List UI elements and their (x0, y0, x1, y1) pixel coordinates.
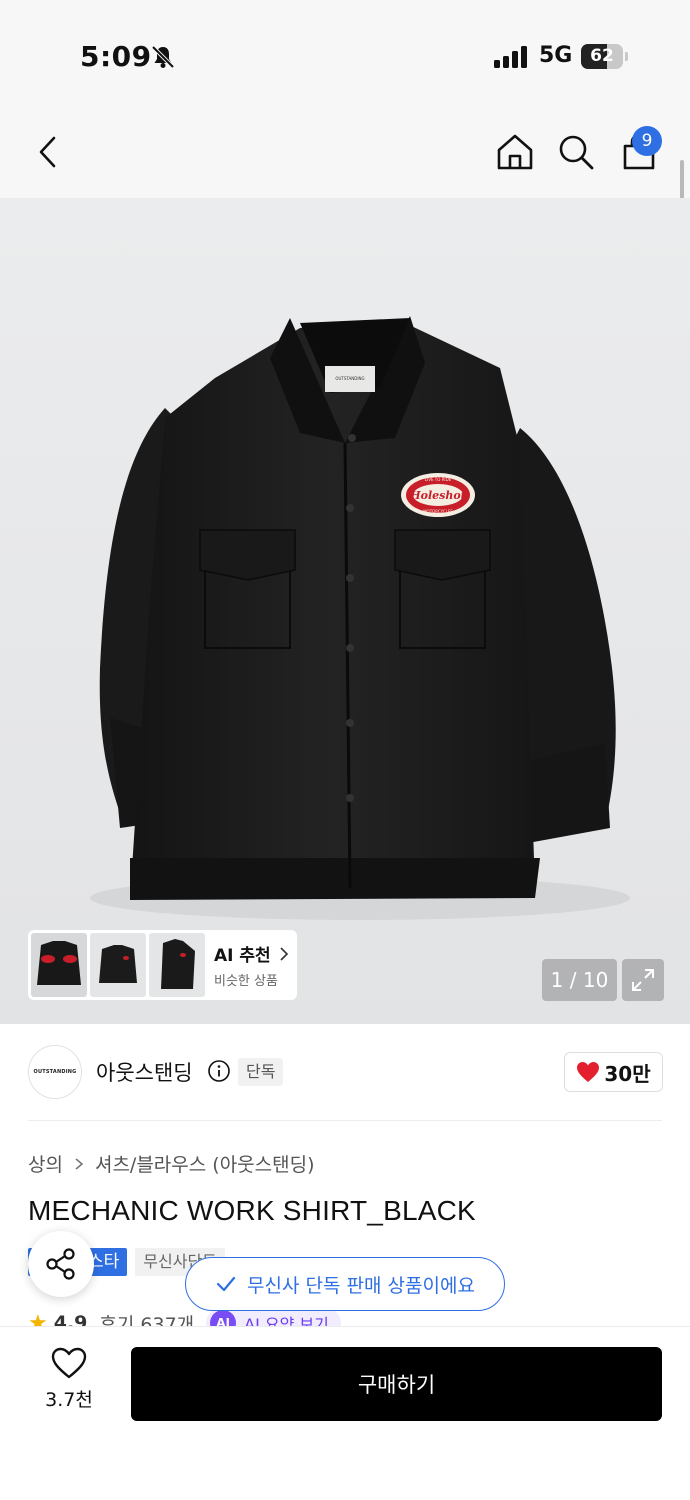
collar-tag-label: OUTSTANDING (335, 376, 364, 381)
product-image-gallery[interactable]: OUTSTANDING Holeshot LIVE TO RIDE MOTORC… (0, 198, 690, 1024)
back-arrow-icon (39, 136, 56, 168)
thumbnail-1[interactable] (31, 933, 87, 997)
share-button[interactable] (28, 1231, 94, 1297)
ai-recommendation-card[interactable]: AI 추천 비슷한 상품 (28, 930, 297, 1000)
buy-button[interactable]: 구매하기 (131, 1347, 662, 1421)
home-icon (497, 134, 533, 170)
battery-icon: 62 (581, 44, 628, 69)
exclusive-badge: 단독 (238, 1058, 284, 1086)
thumbnail-2[interactable] (90, 933, 146, 997)
breadcrumb: 상의 셔츠/블라우스 (아웃스탠딩) (28, 1150, 315, 1177)
brand-like-button[interactable]: 30만 (564, 1052, 663, 1092)
signal-icon (494, 46, 527, 68)
ai-summary-button[interactable]: AI AI 요약 보기 (206, 1308, 341, 1328)
rating-row: ★ 4.9 후기 637개 AI AI 요약 보기 (28, 1308, 668, 1328)
battery-percent: 62 (590, 46, 614, 66)
expand-image-button[interactable] (622, 959, 664, 1001)
info-icon[interactable] (207, 1059, 231, 1083)
status-time: 5:09 (80, 40, 152, 73)
check-icon (216, 1276, 236, 1292)
ai-recommend-label: AI 추천 (214, 946, 271, 966)
back-button[interactable] (26, 130, 70, 174)
toast-message: 무신사 단독 판매 상품이에요 (247, 1274, 475, 1297)
patch-bottom-text: MOTORCYCLES (423, 509, 453, 514)
search-icon (559, 135, 594, 170)
bottom-action-bar: 3.7천 구매하기 (0, 1326, 690, 1500)
status-bar: 5:09 5G 62 (0, 0, 690, 110)
wishlist-button[interactable]: 3.7천 (36, 1347, 102, 1417)
home-button[interactable] (493, 130, 537, 174)
ai-recommend-title: AI 추천 (214, 941, 291, 966)
network-label: 5G (539, 43, 573, 68)
brand-logo[interactable]: OUTSTANDING (28, 1045, 82, 1099)
heart-filled-icon (577, 1062, 600, 1082)
breadcrumb-item[interactable]: 셔츠/블라우스 (아웃스탠딩) (95, 1150, 315, 1177)
patch-top-text: LIVE TO RIDE (425, 477, 452, 482)
exclusive-toast: 무신사 단독 판매 상품이에요 (185, 1257, 505, 1311)
product-photo: OUTSTANDING Holeshot LIVE TO RIDE MOTORC… (90, 316, 630, 920)
top-nav (0, 110, 690, 198)
share-icon (46, 1248, 75, 1280)
ai-recommend-subtitle: 비슷한 상품 (214, 974, 278, 989)
thumbnail-3[interactable] (149, 933, 205, 997)
breadcrumb-item[interactable]: 상의 (28, 1150, 63, 1177)
search-button[interactable] (554, 130, 598, 174)
chevron-right-icon (75, 1157, 84, 1170)
wishlist-count: 3.7천 (45, 1389, 93, 1411)
bell-off-icon (151, 45, 175, 69)
expand-icon (632, 969, 654, 991)
brand-like-count: 30만 (604, 1061, 651, 1086)
image-counter: 1 / 10 (542, 959, 617, 1001)
chevron-right-icon (280, 946, 288, 961)
heart-outline-icon (51, 1347, 87, 1379)
brand-logo-text: OUTSTANDING (33, 1069, 77, 1075)
patch-logo-text: Holeshot (409, 489, 466, 502)
divider (28, 1120, 662, 1121)
brand-name[interactable]: 아웃스탠딩 (96, 1057, 193, 1087)
product-title: MECHANIC WORK SHIRT_BLACK (28, 1195, 476, 1226)
cart-count-badge: 9 (632, 126, 662, 156)
